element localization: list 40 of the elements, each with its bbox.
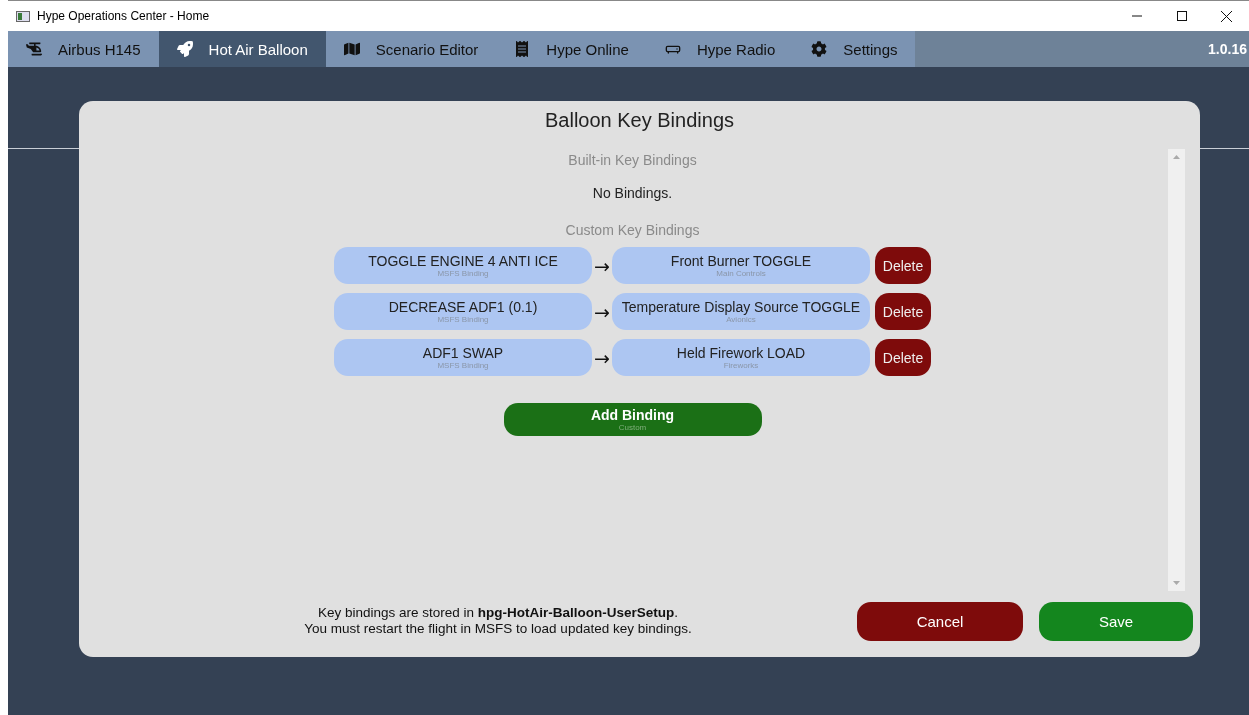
section-heading: Built-in Key Bindings <box>568 152 697 168</box>
dialog-title: Balloon Key Bindings <box>544 109 735 133</box>
target-action-button[interactable]: Temperature Display Source TOGGLE Avionics <box>612 293 870 330</box>
source-binding-button[interactable]: DECREASE ADF1 (0.1) MSFS Binding <box>334 293 592 330</box>
nav-tab[interactable]: Hype Radio <box>646 31 794 67</box>
nav-tab[interactable]: Airbus H145 <box>8 31 159 67</box>
settings-icon <box>811 41 828 57</box>
nav-tab[interactable]: Hot Air Balloon <box>158 31 326 67</box>
empty-message: No Bindings. <box>592 185 673 201</box>
delete-button[interactable]: Delete <box>875 339 931 376</box>
delete-button[interactable]: Delete <box>875 293 931 330</box>
source-binding-button[interactable]: ADF1 SWAP MSFS Binding <box>334 339 592 376</box>
target-action-button[interactable]: Held Firework LOAD Fireworks <box>612 339 870 376</box>
scroll-up-icon[interactable] <box>1173 155 1180 159</box>
nav-tab[interactable]: Settings <box>793 31 916 67</box>
save-button[interactable]: Save <box>1039 602 1193 641</box>
app-icon <box>16 10 30 22</box>
nav-tab[interactable]: Scenario Editor <box>325 31 497 67</box>
scrollbar[interactable] <box>1168 149 1185 591</box>
section-heading: Custom Key Bindings <box>565 222 700 238</box>
window-title: Hype Operations Center - Home <box>37 9 211 23</box>
arrow-label: → <box>593 254 611 277</box>
delete-button[interactable]: Delete <box>875 247 931 284</box>
helicopter-icon <box>26 41 42 57</box>
arrow-label: → <box>593 346 611 369</box>
maximize-icon[interactable] <box>1176 11 1187 21</box>
minimize-icon[interactable] <box>1131 15 1142 17</box>
scroll-down-icon[interactable] <box>1173 581 1180 585</box>
nav-tab[interactable]: Hype Online <box>496 31 647 67</box>
storage-note: Key bindings are stored in hpg-HotAir-Balloon-UserSetup. You must restart the flight in MSFS to load updated key bindings. <box>303 605 693 637</box>
add-binding-button[interactable]: Add Binding Custom <box>503 403 762 436</box>
version-label: 1.0.16 <box>1208 41 1248 57</box>
map-icon <box>343 41 360 57</box>
arrow-label: → <box>593 300 611 323</box>
target-action-button[interactable]: Front Burner TOGGLE Main Controls <box>612 247 870 284</box>
source-binding-button[interactable]: TOGGLE ENGINE 4 ANTI ICE MSFS Binding <box>334 247 592 284</box>
rocket-icon <box>176 41 193 57</box>
cancel-button[interactable]: Cancel <box>857 602 1023 641</box>
close-icon[interactable] <box>1221 10 1232 22</box>
receipt-icon <box>514 41 531 57</box>
